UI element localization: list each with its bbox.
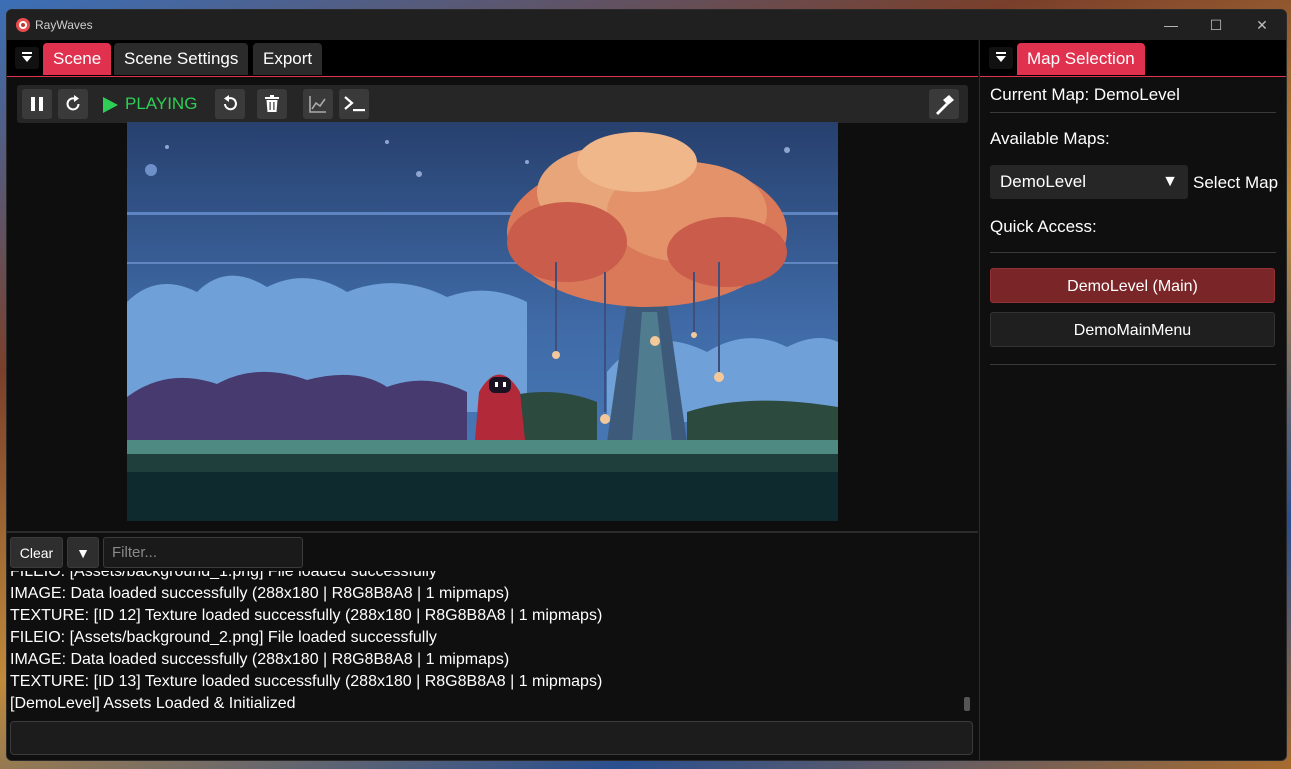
tab-scene[interactable]: Scene <box>43 43 112 75</box>
log-line: TEXTURE: [ID 13] Texture loaded successf… <box>10 673 603 690</box>
console-panel: Clear ▼ FILEIO: [Assets/background_1.png… <box>7 533 978 760</box>
scene-toolbar: PLAYING <box>17 85 968 123</box>
select-map-button[interactable]: Select Map <box>1193 173 1278 193</box>
scene-tab-bar: Scene Scene Settings Export <box>7 40 978 77</box>
selected-map-value: DemoLevel <box>1000 172 1086 191</box>
undo-icon <box>224 95 237 111</box>
terminal-icon <box>344 96 365 112</box>
log-line: IMAGE: Data loaded successfully (288x180… <box>10 585 510 602</box>
console-button[interactable] <box>339 89 369 119</box>
available-maps-label: Available Maps: <box>990 129 1110 148</box>
game-scene-image <box>127 122 838 521</box>
build-button[interactable] <box>929 89 959 119</box>
quick-map-demomainmenu-button[interactable]: DemoMainMenu <box>990 312 1275 347</box>
quick-map-demolevel-button[interactable]: DemoLevel (Main) <box>990 268 1275 303</box>
tab-scene-settings[interactable]: Scene Settings <box>114 43 249 75</box>
stats-button[interactable] <box>303 89 333 119</box>
filter-input[interactable] <box>103 537 303 568</box>
log-line: FILEIO: [Assets/background_1.png] File l… <box>10 571 437 580</box>
window-title: RayWaves <box>35 18 93 32</box>
restart-button[interactable] <box>58 89 88 119</box>
delete-button[interactable] <box>257 89 287 119</box>
separator <box>990 364 1276 365</box>
chevron-down-icon: ▼ <box>1162 173 1178 190</box>
app-window: RayWaves — ☐ ✕ Scene Scene Settings Expo… <box>6 9 1287 761</box>
log-line: IMAGE: Data loaded successfully (288x180… <box>10 651 510 668</box>
chart-icon <box>309 96 326 113</box>
map-selection-panel: Map Selection Current Map: DemoLevel Ava… <box>979 40 1286 760</box>
log-line: FILEIO: [Assets/background_2.png] File l… <box>10 629 437 646</box>
current-map-label: Current Map: DemoLevel <box>990 85 1180 104</box>
log-line: [DemoLevel] Assets Loaded & Initialized <box>10 695 296 712</box>
pause-icon <box>31 97 43 111</box>
map-tab-bar: Map Selection <box>980 40 1286 77</box>
restart-icon <box>66 95 80 111</box>
tab-map-selection[interactable]: Map Selection <box>1017 43 1145 75</box>
hammer-icon <box>936 95 954 115</box>
minimize-button[interactable]: — <box>1161 16 1181 34</box>
command-input[interactable] <box>10 721 973 755</box>
playing-label: PLAYING <box>125 94 198 113</box>
log-line: TEXTURE: [ID 12] Texture loaded successf… <box>10 607 603 624</box>
menu-dropdown-icon[interactable] <box>15 47 39 69</box>
pause-button[interactable] <box>22 89 52 119</box>
log-level-dropdown[interactable]: ▼ <box>67 537 99 568</box>
trash-icon <box>265 95 279 112</box>
play-icon <box>103 96 118 113</box>
console-log: FILEIO: [Assets/background_1.png] File l… <box>7 571 965 719</box>
undo-button[interactable] <box>215 89 245 119</box>
playing-status[interactable]: PLAYING <box>101 89 197 119</box>
quick-access-label: Quick Access: <box>990 217 1097 236</box>
maximize-button[interactable]: ☐ <box>1206 16 1226 34</box>
game-viewport[interactable] <box>127 122 838 521</box>
scene-viewport-area: PLAYING <box>7 77 978 532</box>
clear-button[interactable]: Clear <box>10 537 63 568</box>
app-logo-icon <box>16 18 30 32</box>
map-select-dropdown[interactable]: DemoLevel ▼ <box>990 165 1188 199</box>
title-bar: RayWaves — ☐ ✕ <box>7 10 1286 40</box>
separator <box>990 252 1276 253</box>
panel-menu-dropdown-icon[interactable] <box>989 47 1013 69</box>
separator <box>990 112 1276 113</box>
close-button[interactable]: ✕ <box>1252 16 1272 34</box>
console-scrollbar[interactable] <box>964 697 970 711</box>
tab-export[interactable]: Export <box>253 43 323 75</box>
